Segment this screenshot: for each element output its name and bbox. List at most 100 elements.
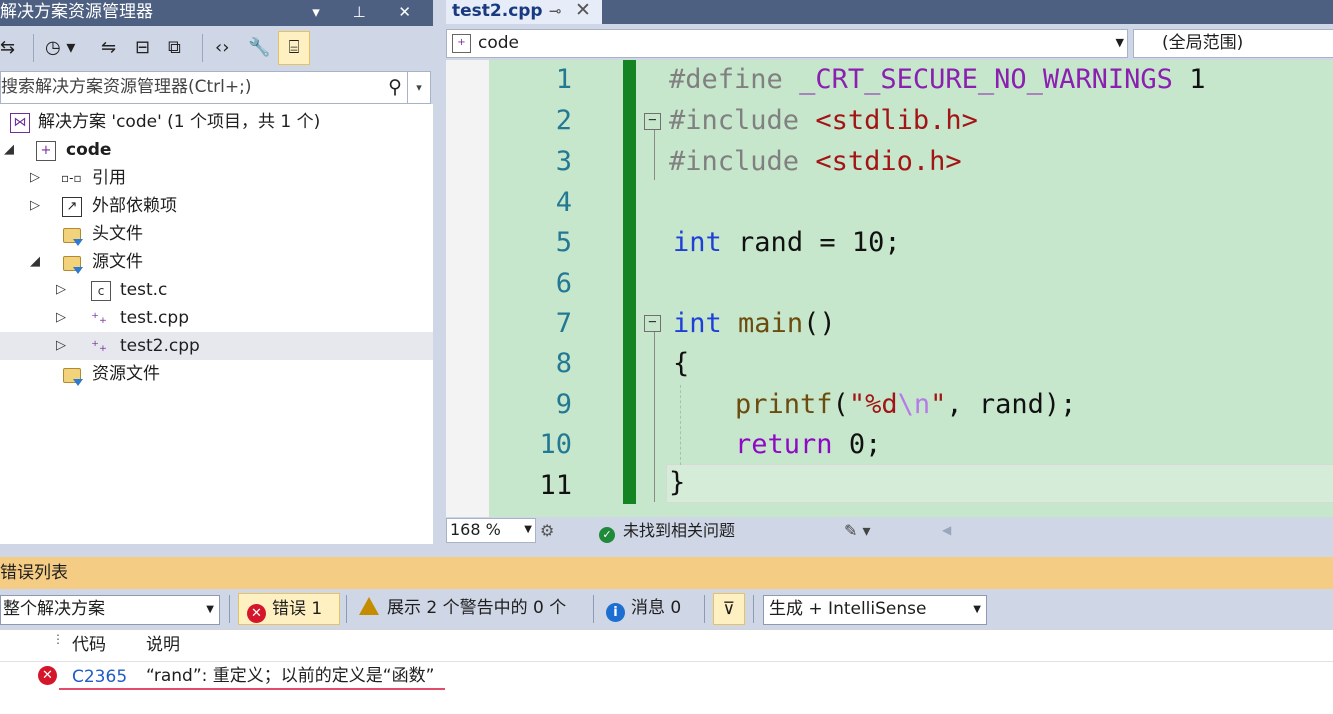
references-label: 引用 — [92, 168, 126, 188]
messages-filter-button[interactable]: i 消息 0 — [605, 593, 700, 623]
cleanup-brush-icon[interactable]: ✎ ▾ — [844, 517, 871, 544]
tree-item-header-files[interactable]: 头文件 — [0, 220, 433, 248]
sync-icon[interactable]: ⇆ — [0, 34, 15, 62]
code-text: rand = 10; — [738, 227, 901, 258]
line-number: 2 — [555, 105, 572, 136]
collapsed-arrow-icon[interactable]: ▷ — [56, 276, 66, 304]
collapse-icon[interactable]: − — [644, 113, 661, 130]
code-line-7[interactable]: int main() — [673, 304, 836, 344]
collapsed-arrow-icon[interactable]: ▷ — [30, 164, 40, 192]
file-label: test2.cpp — [120, 336, 200, 356]
line-number: 11 — [539, 470, 572, 501]
scope-dropdown[interactable]: (全局范围) — [1133, 29, 1333, 58]
tree-item-project[interactable]: ◢ + code — [0, 136, 433, 164]
annotation-underline — [59, 688, 445, 690]
line-number: 6 — [555, 268, 572, 299]
code-line-5[interactable]: int rand = 10; — [673, 223, 901, 263]
column-header-code[interactable]: 代码 — [72, 630, 106, 661]
history-icon[interactable]: ◷ ▾ — [45, 34, 75, 62]
code-line-8[interactable]: { — [673, 344, 689, 384]
column-header-description[interactable]: 说明 — [146, 630, 180, 661]
intellicode-icon[interactable]: ⚙ — [540, 517, 554, 544]
code-line-9[interactable]: printf("%d\n", rand); — [735, 385, 1076, 425]
tree-item-references[interactable]: ▷ ▫-▫ 引用 — [0, 164, 433, 192]
copy-icon[interactable]: ⧉ — [168, 34, 181, 62]
toolbar-separator — [229, 595, 230, 623]
tree-item-solution[interactable]: ⋈ 解决方案 'code' (1 个项目，共 1 个) — [0, 108, 433, 136]
string-literal: "%d — [848, 389, 898, 420]
toolbar-separator — [33, 34, 34, 62]
project-dropdown-value: code — [478, 33, 519, 53]
zoom-dropdown[interactable]: 168 % ▼ — [446, 518, 536, 543]
solution-label: 解决方案 'code' (1 个项目，共 1 个) — [38, 112, 321, 132]
tree-item-test-cpp[interactable]: ▷ ⁺₊ test.cpp — [0, 304, 433, 332]
code-text: 0; — [848, 429, 882, 460]
macro-value: 1 — [1189, 64, 1206, 95]
code-line-10[interactable]: return 0; — [735, 425, 881, 465]
code-line-3[interactable]: #include <stdio.h> — [669, 142, 962, 182]
editor-status-bar: 168 % ▼ ⚙ ✓ 未找到相关问题 ✎ ▾ ◀ — [446, 517, 1333, 544]
pin-icon[interactable]: ⊸ — [549, 0, 562, 22]
close-icon[interactable]: ✕ — [575, 0, 591, 21]
expanded-arrow-icon[interactable]: ◢ — [30, 248, 40, 276]
tree-item-test2-cpp[interactable]: ▷ ⁺₊ test2.cpp — [0, 332, 433, 360]
title-window-buttons[interactable]: ▾ ⊥ ✕ — [312, 0, 425, 24]
collapsed-arrow-icon[interactable]: ▷ — [56, 304, 66, 332]
collapsed-arrow-icon[interactable]: ▷ — [56, 332, 66, 360]
tab-test2-cpp[interactable]: test2.cpp ⊸ ✕ — [446, 0, 602, 24]
warning-icon — [359, 597, 379, 615]
toolbar-separator — [202, 34, 203, 62]
chevron-down-icon: ▼ — [973, 604, 981, 615]
search-options-dropdown[interactable]: ▾ — [407, 72, 430, 103]
filter-folder-icon — [63, 228, 83, 246]
build-filter-dropdown[interactable]: 生成 + IntelliSense ▼ — [763, 595, 987, 625]
header-files-label: 头文件 — [92, 224, 143, 244]
solution-icon: ⋈ — [10, 113, 30, 133]
tree-item-external-deps[interactable]: ▷ ↗ 外部依赖项 — [0, 192, 433, 220]
macro-name: _CRT_SECURE_NO_WARNINGS — [799, 64, 1173, 95]
external-deps-label: 外部依赖项 — [92, 196, 177, 216]
project-dropdown[interactable]: + code ▼ — [446, 29, 1128, 58]
tree-item-resource-files[interactable]: 资源文件 — [0, 360, 433, 388]
collapsed-arrow-icon[interactable]: ▷ — [30, 192, 40, 220]
messages-count: 消息 0 — [631, 598, 682, 618]
line-number: 1 — [555, 64, 572, 95]
scope-filter-dropdown[interactable]: 整个解决方案 ▼ — [0, 595, 220, 625]
build-filter-value: 生成 + IntelliSense — [769, 599, 927, 619]
table-row[interactable]: ✕ C2365 “rand”: 重定义；以前的定义是“函数” — [0, 661, 1333, 691]
code-line-1[interactable]: #define _CRT_SECURE_NO_WARNINGS 1 — [669, 60, 1205, 100]
scroll-left-icon[interactable]: ◀ — [942, 517, 951, 544]
expanded-arrow-icon[interactable]: ◢ — [4, 136, 14, 164]
zoom-value: 168 % — [450, 520, 501, 539]
tree-item-test-c[interactable]: ▷ c test.c — [0, 276, 433, 304]
tree-item-source-files[interactable]: ◢ 源文件 — [0, 248, 433, 276]
line-number: 8 — [555, 348, 572, 379]
cpp-file-icon: ⁺₊ — [91, 309, 107, 327]
keyword: return — [735, 429, 833, 460]
external-deps-icon: ↗ — [62, 197, 82, 217]
code-line-11[interactable]: } — [669, 463, 685, 503]
search-icon[interactable]: ⚲ — [388, 72, 402, 102]
solution-search-input[interactable]: 搜索解决方案资源管理器(Ctrl+;) ⚲ ▾ — [0, 71, 431, 104]
health-status[interactable]: ✓ 未找到相关问题 — [599, 517, 735, 544]
switch-view-icon[interactable]: ⇋ — [101, 34, 116, 62]
error-list-title: 错误列表 — [0, 563, 68, 583]
string-literal: " — [930, 389, 947, 420]
code-view-icon[interactable]: ‹› — [215, 34, 229, 62]
column-chooser-icon[interactable]: ⋮ — [52, 624, 64, 655]
chevron-down-icon: ▼ — [524, 524, 532, 535]
errors-filter-button[interactable]: ✕ 错误 1 — [238, 593, 340, 625]
filter-folder-icon — [63, 368, 83, 386]
warnings-filter-button[interactable]: 展示 2 个警告中的 0 个 — [357, 593, 582, 623]
preview-selected-icon[interactable]: ⌸ — [278, 31, 310, 65]
filter-funnel-button[interactable]: ⊽ — [713, 593, 745, 625]
collapse-all-icon[interactable]: ⊟ — [135, 34, 150, 62]
properties-wrench-icon[interactable]: 🔧 — [248, 34, 270, 62]
code-line-2[interactable]: #include <stdlib.h> — [669, 101, 978, 141]
resource-files-label: 资源文件 — [92, 364, 160, 384]
collapse-icon[interactable]: − — [644, 315, 661, 332]
solution-explorer-toolbar: ⇆ ◷ ▾ ⇋ ⊟ ⧉ ‹› 🔧 ⌸ — [0, 26, 433, 70]
toolbar-separator — [593, 595, 594, 623]
health-status-text: 未找到相关问题 — [623, 521, 736, 540]
info-icon: i — [606, 603, 625, 622]
